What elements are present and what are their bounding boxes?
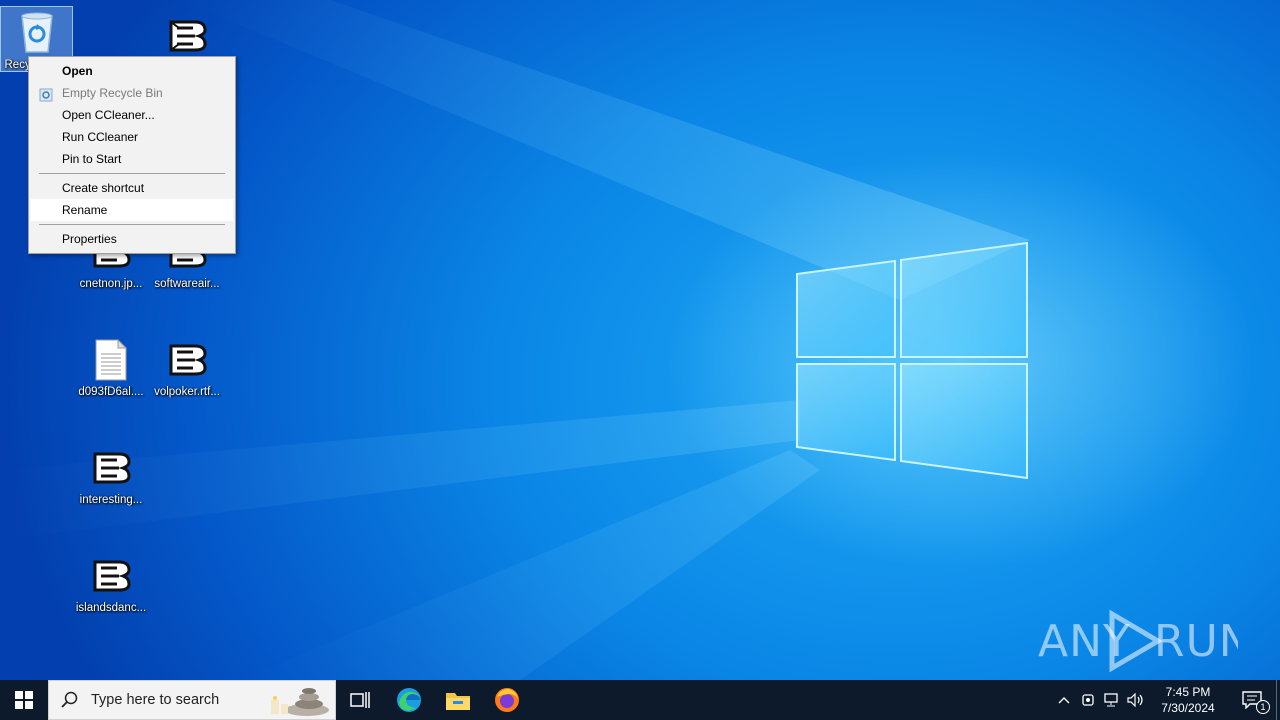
chevron-up-icon — [1058, 697, 1070, 704]
volume-button[interactable] — [1124, 680, 1148, 720]
windows-start-icon — [15, 691, 33, 709]
desktop-icon-text-document[interactable]: d093fD6al.... — [73, 330, 149, 426]
menu-item-properties[interactable]: Properties — [29, 228, 235, 250]
notification-badge: 1 — [1256, 700, 1270, 714]
task-view-button[interactable] — [336, 680, 384, 720]
task-view-icon — [350, 692, 370, 708]
menu-separator — [39, 224, 225, 225]
clock-time: 7:45 PM — [1165, 685, 1211, 699]
menu-item-create-shortcut[interactable]: Create shortcut — [29, 177, 235, 199]
firefox-button[interactable] — [482, 680, 532, 720]
start-button[interactable] — [0, 680, 48, 720]
menu-item-open-ccleaner[interactable]: Open CCleaner... — [29, 104, 235, 126]
desktop-icon-ccleaner-file[interactable]: volpoker.rtf... — [149, 330, 225, 426]
show-desktop-button[interactable] — [1276, 680, 1280, 720]
device-icon — [1082, 694, 1094, 706]
system-tray: 7:45 PM 7/30/2024 1 — [1052, 680, 1280, 720]
tray-app-button[interactable] — [1076, 680, 1100, 720]
anyrun-watermark: ANY RUN — [1038, 606, 1238, 676]
search-highlight-image — [271, 688, 329, 716]
desktop-icon-label: interesting... — [79, 494, 143, 506]
recycle-bin-icon — [39, 87, 53, 102]
desktop-icon-label: volpoker.rtf... — [154, 386, 220, 398]
show-hidden-icons-button[interactable] — [1052, 680, 1076, 720]
desktop[interactable]: Recy cnetnon.jp... softwareair... d093fD… — [0, 0, 1280, 680]
menu-item-empty-recycle-bin[interactable]: Empty Recycle Bin — [29, 82, 235, 104]
notifications-button[interactable]: 1 — [1228, 680, 1276, 720]
network-icon — [1104, 693, 1118, 707]
search-placeholder: Type here to search — [91, 692, 220, 708]
file-explorer-button[interactable] — [434, 680, 482, 720]
desktop-icon-label: islandsdanc... — [75, 602, 147, 614]
ccleaner-file-icon — [87, 552, 135, 600]
svg-text:RUN: RUN — [1154, 616, 1238, 667]
desktop-icon-ccleaner-file[interactable]: interesting... — [73, 438, 149, 534]
file-explorer-icon — [446, 693, 470, 710]
recycle-bin-icon — [13, 9, 61, 55]
ccleaner-file-icon — [163, 336, 211, 384]
clock-date: 7/30/2024 — [1161, 701, 1215, 715]
svg-text:ANY: ANY — [1038, 616, 1131, 667]
desktop-icon-ccleaner-file[interactable]: islandsdanc... — [73, 546, 149, 642]
menu-item-label: Empty Recycle Bin — [62, 86, 163, 100]
network-button[interactable] — [1100, 680, 1124, 720]
menu-item-rename[interactable]: Rename — [31, 199, 233, 221]
menu-separator — [39, 173, 225, 174]
ccleaner-file-icon — [87, 444, 135, 492]
desktop-icon-label: d093fD6al.... — [78, 386, 144, 398]
edge-icon — [397, 688, 421, 712]
clock-button[interactable]: 7:45 PM 7/30/2024 — [1148, 680, 1228, 720]
text-document-icon — [87, 336, 135, 384]
menu-item-open[interactable]: Open — [29, 60, 235, 82]
menu-item-pin-to-start[interactable]: Pin to Start — [29, 148, 235, 170]
search-input[interactable]: Type here to search — [48, 680, 336, 720]
firefox-icon — [495, 688, 519, 712]
context-menu: Open Empty Recycle Bin Open CCleaner... … — [28, 56, 236, 254]
ccleaner-file-icon — [163, 12, 211, 60]
search-icon — [61, 691, 78, 708]
edge-button[interactable] — [384, 680, 434, 720]
taskbar: Type here to search 7:45 PM 7/30/2024 1 — [0, 680, 1280, 720]
desktop-icon-label: softwareair... — [154, 278, 220, 290]
menu-item-run-ccleaner[interactable]: Run CCleaner — [29, 126, 235, 148]
volume-icon — [1127, 693, 1143, 707]
desktop-icon-label: cnetnon.jp... — [79, 278, 143, 290]
